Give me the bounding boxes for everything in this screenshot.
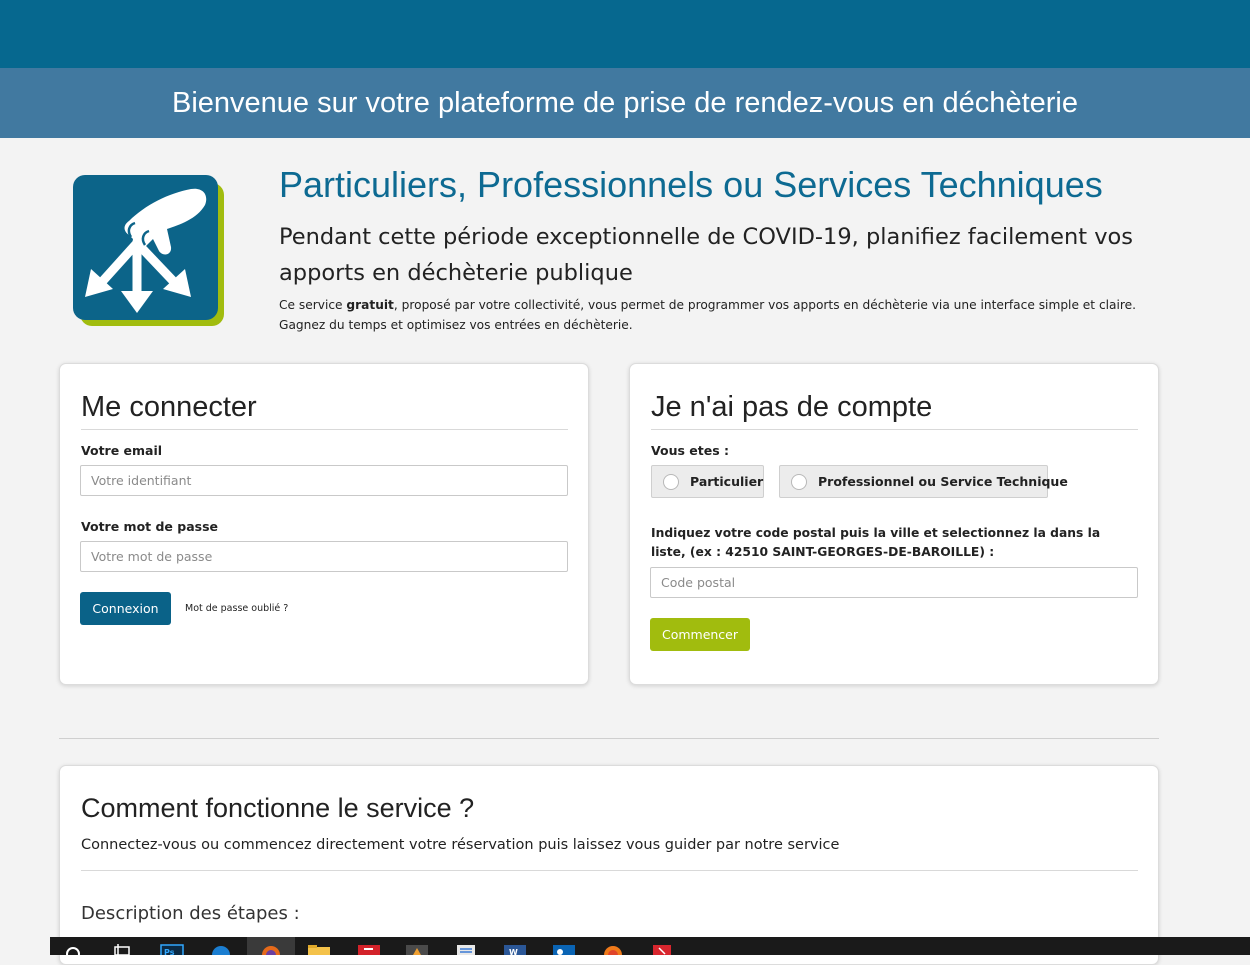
radio-particulier[interactable]: Particulier [651,465,764,498]
app-red-icon[interactable] [356,944,382,955]
radio-professionnel-circle[interactable] [791,473,807,490]
section-divider [59,738,1159,739]
start-area [0,937,50,955]
forgot-password-link[interactable]: Mot de passe oublié ? [185,603,288,614]
register-title-divider [651,429,1138,430]
start-button[interactable]: Commencer [650,618,750,651]
hero-description: Ce service gratuit, proposé par votre co… [279,295,1164,335]
welcome-banner: Bienvenue sur votre plateforme de prise … [0,68,1250,138]
hero-desc-bold: gratuit [346,298,394,312]
how-divider [81,870,1138,871]
user-type-label: Vous etes : [651,443,729,458]
login-card: Me connecter Votre email Votre mot de pa… [59,363,589,685]
login-title: Me connecter [81,391,257,423]
register-title: Je n'ai pas de compte [651,391,933,423]
how-title: Comment fonctionne le service ? [81,793,475,823]
how-text: Connectez-vous ou commencez directement … [81,837,840,853]
hero-desc-after: , proposé par votre collectivité, vous p… [279,298,1137,332]
search-icon[interactable] [64,944,84,955]
outlook-icon[interactable] [551,944,577,955]
radio-professionnel[interactable]: Professionnel ou Service Technique [779,465,1068,498]
edge-icon[interactable] [209,944,233,955]
firefox-icon[interactable] [258,944,284,955]
word-icon[interactable]: W [502,944,528,955]
password-input[interactable] [80,541,568,572]
radio-particulier-circle[interactable] [663,473,679,490]
login-title-divider [81,429,568,430]
email-label: Votre email [81,443,163,458]
welcome-text: Bienvenue sur votre plateforme de prise … [172,86,1078,119]
radio-professionnel-label: Professionnel ou Service Technique [818,474,1068,489]
svg-text:Ps: Ps [164,948,175,955]
hero-subtitle: Pendant cette période exceptionnelle de … [279,224,1134,286]
taskbar: Ps W [0,937,1250,955]
task-view-icon[interactable] [112,944,132,955]
register-card: Je n'ai pas de compte Vous etes : Partic… [629,363,1159,685]
how-it-works-card: Comment fonctionne le service ? Connecte… [59,765,1159,965]
pdf-icon[interactable] [649,944,675,955]
svg-text:W: W [509,948,518,955]
app-dark-icon[interactable] [404,944,430,955]
steps-title: Description des étapes : [81,903,300,924]
postal-code-label: Indiquez votre code postal puis la ville… [651,526,1101,559]
notepad-icon[interactable] [453,944,479,955]
postal-code-input[interactable] [650,567,1138,598]
login-button[interactable]: Connexion [80,592,171,625]
hero-desc-before: Ce service [279,298,347,312]
logo-icon [73,175,224,326]
top-bar [0,0,1250,68]
photoshop-icon[interactable]: Ps [160,944,184,955]
hero-title: Particuliers, Professionnels ou Services… [279,164,1103,205]
password-label: Votre mot de passe [81,519,219,534]
file-explorer-icon[interactable] [306,944,332,955]
radio-particulier-label: Particulier [690,474,764,489]
email-input[interactable] [80,465,568,496]
firefox-alt-icon[interactable] [600,944,626,955]
